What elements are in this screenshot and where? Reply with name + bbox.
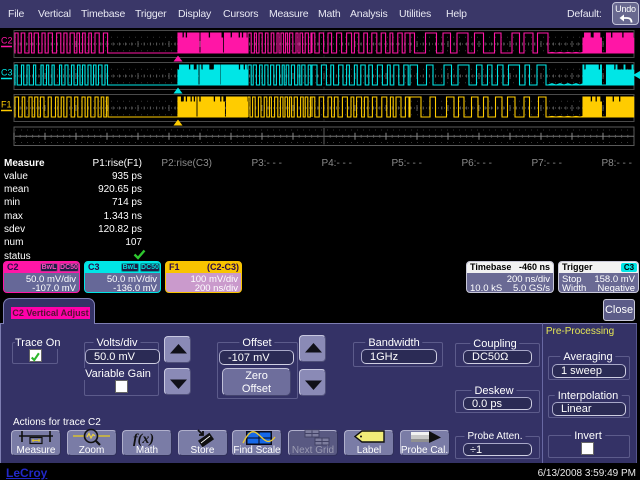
svg-text:C3: C3 xyxy=(1,68,13,78)
svg-text:f(x): f(x) xyxy=(133,432,154,447)
svg-text:C2: C2 xyxy=(1,36,13,46)
svg-text:F1: F1 xyxy=(1,100,12,110)
